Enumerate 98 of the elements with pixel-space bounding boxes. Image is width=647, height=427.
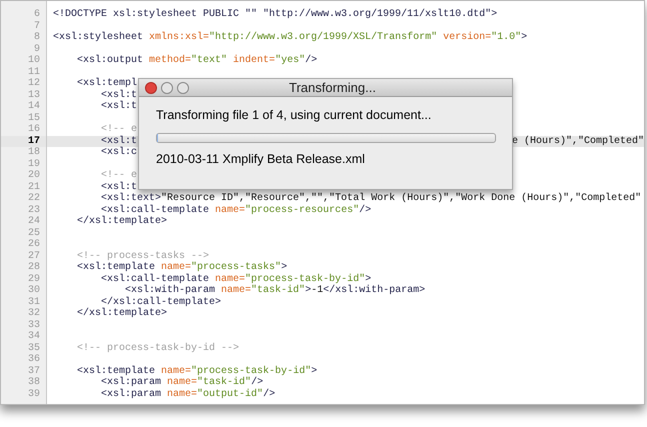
line-number: 28 xyxy=(26,262,41,274)
code-token: > xyxy=(365,274,372,284)
line-number: 15 xyxy=(26,112,41,124)
line-number: 6 xyxy=(32,9,41,20)
code-token: <xsl:stylesheet xyxy=(53,32,144,44)
code-token: /> xyxy=(251,377,264,388)
line-number: 27 xyxy=(26,250,41,262)
line-number: 18 xyxy=(26,147,41,158)
code-token: <!-- process-task-by-id --> xyxy=(76,342,240,354)
code-token: > xyxy=(305,285,312,296)
code-token: <!-- process-tasks --> xyxy=(76,250,210,262)
line-number: 19 xyxy=(26,158,41,170)
line-number: 24 xyxy=(26,216,41,228)
line-number: 8 xyxy=(32,32,41,44)
code-token: -1 xyxy=(311,285,324,296)
line-number: 36 xyxy=(26,354,41,366)
line-number: 21 xyxy=(26,182,41,193)
code-token: name= xyxy=(215,274,246,285)
code-token: "process-resources" xyxy=(245,204,360,216)
code-token: </xsl:template> xyxy=(76,216,168,228)
code-token: "task-id" xyxy=(251,285,306,296)
code-token: xmlns:xsl= xyxy=(149,32,210,44)
line-number: 30 xyxy=(26,285,41,296)
line-number: 34 xyxy=(26,331,41,342)
line-number: 23 xyxy=(26,204,41,216)
code-token: "process-task-by-id" xyxy=(245,274,366,284)
code-token: name= xyxy=(167,388,198,400)
code-token: name= xyxy=(215,204,246,216)
dialog-title: Transforming... xyxy=(289,78,376,96)
code-token: <xsl:with-param xyxy=(124,285,216,296)
close-button[interactable] xyxy=(145,82,157,94)
code-token: > xyxy=(311,366,318,377)
code-token: <!-- e xyxy=(100,170,138,182)
line-number: 7 xyxy=(32,20,41,32)
status-message: Transforming file 1 of 4, using current document... xyxy=(156,107,432,123)
code-token: "task-id" xyxy=(197,377,252,388)
line-number: 9 xyxy=(32,44,41,55)
code-token: /> xyxy=(305,55,318,66)
line-number: 38 xyxy=(26,377,41,388)
line-number: 39 xyxy=(26,388,41,400)
code-token: "1.0" xyxy=(491,32,522,44)
code-token: "process-tasks" xyxy=(191,262,282,274)
minimize-button[interactable] xyxy=(161,82,173,94)
code-token: <xsl:template xyxy=(76,366,156,376)
code-token: <xsl:templ xyxy=(76,78,138,90)
code-token: "http://www.w3.org/1999/XSL/Transform" xyxy=(209,32,438,44)
code-token: </xsl:template> xyxy=(76,308,168,320)
code-token: name= xyxy=(167,377,198,388)
code-token: <xsl:t xyxy=(100,90,138,100)
line-number: 29 xyxy=(26,274,41,285)
line-number: 20 xyxy=(26,170,41,182)
code-token: "text" xyxy=(191,55,228,66)
code-token: name= xyxy=(221,285,252,296)
line-number: 32 xyxy=(26,308,41,320)
code-token: <xsl:output xyxy=(76,55,144,66)
code-token: version= xyxy=(442,32,492,44)
code-token: <xsl:text> xyxy=(100,193,162,204)
line-number: 14 xyxy=(26,101,41,112)
code-token: </xsl:call-template> xyxy=(100,296,222,308)
code-token: <xsl:param xyxy=(100,388,162,400)
code-token: <!DOCTYPE xsl:stylesheet PUBLIC "" "http://www.w3.org/1999/11/xslt10.dtd"> xyxy=(53,9,498,20)
code-token: "output-id" xyxy=(197,388,264,400)
code-token: <xsl:t xyxy=(100,101,138,112)
code-token: <!-- e xyxy=(100,124,138,136)
file-name: 2010-03-11 Xmplify Beta Release.xml xyxy=(156,151,366,167)
code-token: </xsl:with-param> xyxy=(323,285,426,296)
line-number: 33 xyxy=(26,320,41,331)
code-token: /> xyxy=(263,388,276,400)
code-token: indent= xyxy=(232,55,276,66)
code-token: <xsl:call-template xyxy=(100,274,210,284)
line-number: 17 xyxy=(1,136,46,147)
code-token: method= xyxy=(149,55,192,66)
code-token: name= xyxy=(161,262,192,274)
code-token: <xsl:t xyxy=(100,136,138,146)
line-number: 13 xyxy=(26,90,41,101)
line-number: 22 xyxy=(26,193,41,204)
line-number: 31 xyxy=(26,296,41,308)
code-token: name= xyxy=(161,366,192,377)
code-token: "yes" xyxy=(275,55,306,66)
zoom-button[interactable] xyxy=(177,82,189,94)
code-token: <xsl:t xyxy=(100,182,138,192)
code-token: /> xyxy=(359,204,372,216)
line-number: 12 xyxy=(26,78,41,90)
line-number: 37 xyxy=(26,366,41,377)
code-token: <xsl:call-template xyxy=(100,204,210,216)
line-number: 11 xyxy=(26,66,41,78)
code-token: "Resource ID","Resource","","Total Work (Hours)","Work Done (Hours)","Completed" xyxy=(161,193,642,204)
code-token: <xsl:template xyxy=(76,262,156,274)
line-number: 25 xyxy=(26,228,41,239)
line-number: 16 xyxy=(26,124,41,136)
code-token: <xsl:c xyxy=(100,147,138,158)
line-number: 26 xyxy=(26,239,41,250)
code-token: <xsl:param xyxy=(100,377,162,388)
code-token: "process-task-by-id" xyxy=(191,366,312,376)
line-number: 35 xyxy=(26,342,41,354)
line-number: 10 xyxy=(26,55,41,66)
code-token: > xyxy=(521,32,528,44)
code-token: > xyxy=(281,262,288,274)
